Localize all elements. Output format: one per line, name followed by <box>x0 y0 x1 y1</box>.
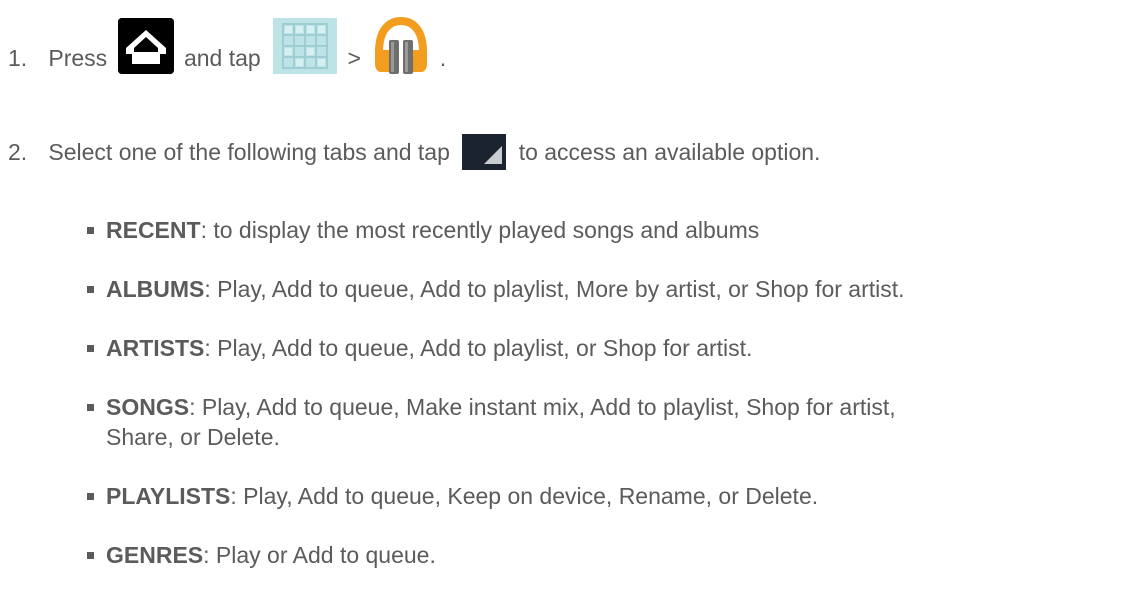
step-text-gt: > <box>347 45 361 72</box>
list-item-genres: GENRES: Play or Add to queue. <box>87 540 905 570</box>
bullet-marker <box>87 345 94 352</box>
bullet-marker <box>87 227 94 234</box>
step-text-after: to access an available option. <box>518 139 821 166</box>
bullet-marker <box>87 404 94 411</box>
step-text-before: Select one of the following tabs and tap <box>48 139 450 166</box>
tab-name: RECENT <box>106 217 201 243</box>
step-text-end: . <box>439 45 447 72</box>
step-2: 2. Select one of the following tabs and … <box>8 134 821 172</box>
tab-description: : Play, Add to queue, Add to playlist, o… <box>204 335 753 361</box>
step-1: 1. Press and tap > . <box>8 16 447 90</box>
home-key-icon <box>117 18 174 74</box>
step-number: 1. <box>8 45 28 72</box>
apps-grid-icon <box>273 18 338 74</box>
list-item-songs: SONGS: Play, Add to queue, Make instant … <box>87 392 905 452</box>
list-item-albums: ALBUMS: Play, Add to queue, Add to playl… <box>87 274 905 304</box>
bullet-marker <box>87 493 94 500</box>
bullet-marker <box>87 286 94 293</box>
play-music-icon <box>371 16 431 76</box>
menu-key-icon <box>462 134 507 170</box>
step-number: 2. <box>8 139 28 166</box>
step-text-press: Press <box>48 45 108 72</box>
list-item-recent: RECENT: to display the most recently pla… <box>87 215 905 245</box>
step-text-and-tap: and tap <box>183 45 261 72</box>
tab-name: SONGS <box>106 394 190 420</box>
tab-name: GENRES <box>106 542 204 568</box>
list-item-playlists: PLAYLISTS: Play, Add to queue, Keep on d… <box>87 481 905 511</box>
tab-description-continued: Share, or Delete. <box>106 424 280 450</box>
tab-name: ALBUMS <box>106 276 205 302</box>
tab-options-list: RECENT: to display the most recently pla… <box>87 215 905 570</box>
list-item-artists: ARTISTS: Play, Add to queue, Add to play… <box>87 333 905 363</box>
tab-name: PLAYLISTS <box>106 483 231 509</box>
tab-name: ARTISTS <box>106 335 205 361</box>
tab-description: : to display the most recently played so… <box>200 217 760 243</box>
tab-description: : Play or Add to queue. <box>203 542 436 568</box>
tab-description: : Play, Add to queue, Make instant mix, … <box>189 394 896 420</box>
tab-description: : Play, Add to queue, Add to playlist, M… <box>204 276 905 302</box>
bullet-marker <box>87 552 94 559</box>
tab-description: : Play, Add to queue, Keep on device, Re… <box>230 483 819 509</box>
